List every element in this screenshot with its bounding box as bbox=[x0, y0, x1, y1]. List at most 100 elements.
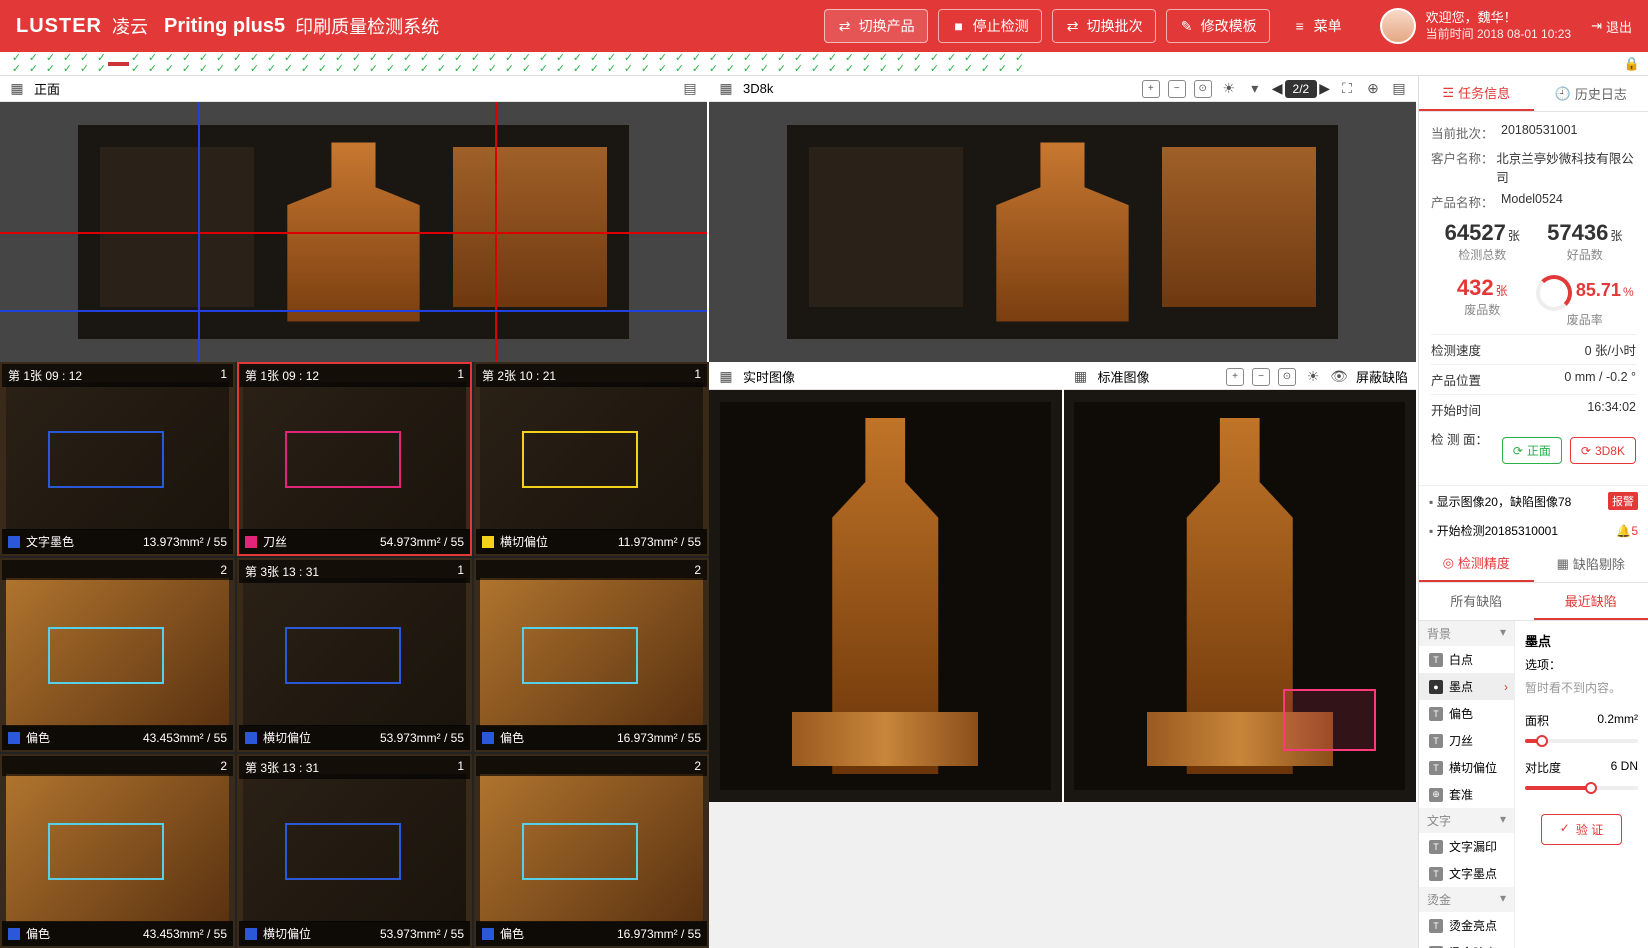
subtab-all-defects[interactable]: 所有缺陷 bbox=[1419, 583, 1534, 620]
defect-thumb[interactable]: 第 1张 09 : 121文字墨色13.973mm² / 55 bbox=[0, 362, 235, 556]
sheet-cell[interactable]: ✓✓ bbox=[280, 53, 297, 75]
grid-icon[interactable]: ▦ bbox=[1072, 368, 1090, 386]
sheet-cell[interactable]: ✓✓ bbox=[875, 53, 892, 75]
group-hotstamp[interactable]: 烫金▾ bbox=[1419, 887, 1514, 912]
sheet-cell[interactable]: ✓✓ bbox=[620, 53, 637, 75]
sheet-cell[interactable]: ✓✓ bbox=[637, 53, 654, 75]
sheet-cell[interactable]: ✓✓ bbox=[467, 53, 484, 75]
brightness-icon[interactable]: ☀ bbox=[1220, 80, 1238, 98]
sheet-cell[interactable]: ✓✓ bbox=[59, 53, 76, 75]
exit-button[interactable]: ⇥退出 bbox=[1591, 17, 1632, 36]
area-slider[interactable] bbox=[1525, 739, 1638, 743]
item-wzmodian[interactable]: T文字墨点 bbox=[1419, 860, 1514, 887]
sheet-cell[interactable]: ✓✓ bbox=[960, 53, 977, 75]
item-liangdian[interactable]: T烫金亮点 bbox=[1419, 912, 1514, 939]
sheet-cell[interactable]: ✓✓ bbox=[994, 53, 1011, 75]
sheet-cell[interactable]: ✓✓ bbox=[144, 53, 161, 75]
log-item[interactable]: 显示图像20，缺陷图像78报警 bbox=[1419, 486, 1648, 516]
sheet-cell[interactable]: ✓✓ bbox=[450, 53, 467, 75]
sheet-cell[interactable]: ✓✓ bbox=[858, 53, 875, 75]
sheet-cell[interactable]: ✓✓ bbox=[824, 53, 841, 75]
zoom-in-icon[interactable]: + bbox=[1142, 80, 1160, 98]
switch-product-button[interactable]: ⇄切换产品 bbox=[824, 9, 928, 43]
sheet-cell[interactable]: ✓✓ bbox=[671, 53, 688, 75]
edit-template-button[interactable]: ✎修改模板 bbox=[1166, 9, 1270, 43]
sheet-cell[interactable]: ✓✓ bbox=[331, 53, 348, 75]
defect-thumb[interactable]: 2偏色43.453mm² / 55 bbox=[0, 558, 235, 752]
sheet-cell[interactable]: ✓✓ bbox=[654, 53, 671, 75]
sheet-cell[interactable]: ✓✓ bbox=[195, 53, 212, 75]
sheet-cell[interactable]: ✓✓ bbox=[246, 53, 263, 75]
zoom-in-icon[interactable]: + bbox=[1226, 368, 1244, 386]
sheet-cell[interactable]: ✓✓ bbox=[399, 53, 416, 75]
sheet-cell[interactable]: ✓✓ bbox=[212, 53, 229, 75]
item-daosi[interactable]: T刀丝 bbox=[1419, 727, 1514, 754]
defect-thumb[interactable]: 第 3张 13 : 311横切偏位53.973mm² / 55 bbox=[237, 754, 472, 948]
defect-thumb[interactable]: 2偏色16.973mm² / 55 bbox=[474, 754, 709, 948]
avatar[interactable] bbox=[1380, 8, 1416, 44]
grid-icon[interactable]: ▦ bbox=[717, 80, 735, 98]
hide-defect-label[interactable]: 屏蔽缺陷 bbox=[1356, 367, 1408, 386]
sheet-cell[interactable]: ✓✓ bbox=[977, 53, 994, 75]
sheet-cell[interactable]: ✓✓ bbox=[535, 53, 552, 75]
sheet-cell[interactable]: ✓✓ bbox=[42, 53, 59, 75]
item-louyin[interactable]: T文字漏印 bbox=[1419, 833, 1514, 860]
target-icon[interactable]: ⊕ bbox=[1364, 80, 1382, 98]
sheet-cell[interactable]: ✓✓ bbox=[314, 53, 331, 75]
sheet-cell[interactable]: ✓✓ bbox=[892, 53, 909, 75]
sheet-cell[interactable]: ✓✓ bbox=[229, 53, 246, 75]
sheet-cell[interactable]: ✓✓ bbox=[178, 53, 195, 75]
sheet-cell[interactable]: ✓✓ bbox=[909, 53, 926, 75]
sheet-cell[interactable]: ✓✓ bbox=[1011, 53, 1028, 75]
tab-history[interactable]: 🕘历史日志 bbox=[1534, 76, 1648, 111]
chip-3d8k[interactable]: ⟳3D8K bbox=[1570, 437, 1636, 464]
sheet-cell[interactable]: ✓✓ bbox=[739, 53, 756, 75]
sheet-cell[interactable]: ✓✓ bbox=[416, 53, 433, 75]
item-taozhun[interactable]: ⊕套准 bbox=[1419, 781, 1514, 808]
verify-button[interactable]: ✓验 证 bbox=[1541, 814, 1622, 845]
sheet-cell[interactable]: ✓✓ bbox=[348, 53, 365, 75]
standard-canvas[interactable] bbox=[1064, 390, 1417, 802]
sheet-cell[interactable]: ✓✓ bbox=[518, 53, 535, 75]
sheet-cell[interactable]: ✓✓ bbox=[93, 53, 110, 75]
layout-icon[interactable]: ▤ bbox=[681, 80, 699, 98]
log-item[interactable]: 开始检测20185310001🔔5 bbox=[1419, 516, 1648, 545]
sheet-cell[interactable]: ✓✓ bbox=[688, 53, 705, 75]
grid-icon[interactable]: ▦ bbox=[717, 368, 735, 386]
defect-thumb[interactable]: 第 1张 09 : 121刀丝54.973mm² / 55 bbox=[237, 362, 472, 556]
sheet-cell[interactable]: ✓✓ bbox=[365, 53, 382, 75]
item-andian[interactable]: T烫金暗点 bbox=[1419, 939, 1514, 948]
group-text[interactable]: 文字▾ bbox=[1419, 808, 1514, 833]
stop-detect-button[interactable]: ■停止检测 bbox=[938, 9, 1042, 43]
contrast-slider[interactable] bbox=[1525, 786, 1638, 790]
sheet-cell[interactable]: ✓✓ bbox=[790, 53, 807, 75]
zoom-fit-icon[interactable]: ⊙ bbox=[1194, 80, 1212, 98]
sheet-cell[interactable]: ✓✓ bbox=[926, 53, 943, 75]
zoom-out-icon[interactable]: − bbox=[1168, 80, 1186, 98]
sheet-cell[interactable]: ✓✓ bbox=[603, 53, 620, 75]
switch-batch-button[interactable]: ⇄切换批次 bbox=[1052, 9, 1156, 43]
prev-page-button[interactable]: ◀ bbox=[1272, 80, 1283, 97]
sheet-cell[interactable]: ✓✓ bbox=[552, 53, 569, 75]
sheet-cell[interactable]: ✓✓ bbox=[433, 53, 450, 75]
sheet-cell[interactable]: ✓✓ bbox=[263, 53, 280, 75]
eye-off-icon[interactable]: 👁 bbox=[1330, 368, 1348, 386]
menu-button[interactable]: ≡菜单 bbox=[1280, 10, 1354, 42]
sheet-cell[interactable]: ✓✓ bbox=[501, 53, 518, 75]
sheet-cell[interactable]: ✓✓ bbox=[484, 53, 501, 75]
chip-front[interactable]: ⟳正面 bbox=[1502, 437, 1562, 464]
subtab-delete[interactable]: ▦缺陷剔除 bbox=[1534, 545, 1648, 582]
sheet-cell[interactable]: ✓✓ bbox=[25, 53, 42, 75]
item-pianse[interactable]: T偏色 bbox=[1419, 700, 1514, 727]
defect-thumb[interactable]: 第 2张 10 : 211横切偏位11.973mm² / 55 bbox=[474, 362, 709, 556]
sheet-cell[interactable]: ✓✓ bbox=[161, 53, 178, 75]
sheet-cell[interactable]: ✓✓ bbox=[722, 53, 739, 75]
subtab-precision[interactable]: ◎检测精度 bbox=[1419, 545, 1534, 582]
next-page-button[interactable]: ▶ bbox=[1319, 80, 1330, 97]
sheet-cell[interactable]: ✓✓ bbox=[297, 53, 314, 75]
defect-thumb[interactable]: 2偏色16.973mm² / 55 bbox=[474, 558, 709, 752]
fullscreen-icon[interactable]: ⛶ bbox=[1338, 80, 1356, 98]
viewer-canvas[interactable] bbox=[709, 102, 1416, 362]
item-hengqie[interactable]: T横切偏位 bbox=[1419, 754, 1514, 781]
defect-thumb[interactable]: 2偏色43.453mm² / 55 bbox=[0, 754, 235, 948]
